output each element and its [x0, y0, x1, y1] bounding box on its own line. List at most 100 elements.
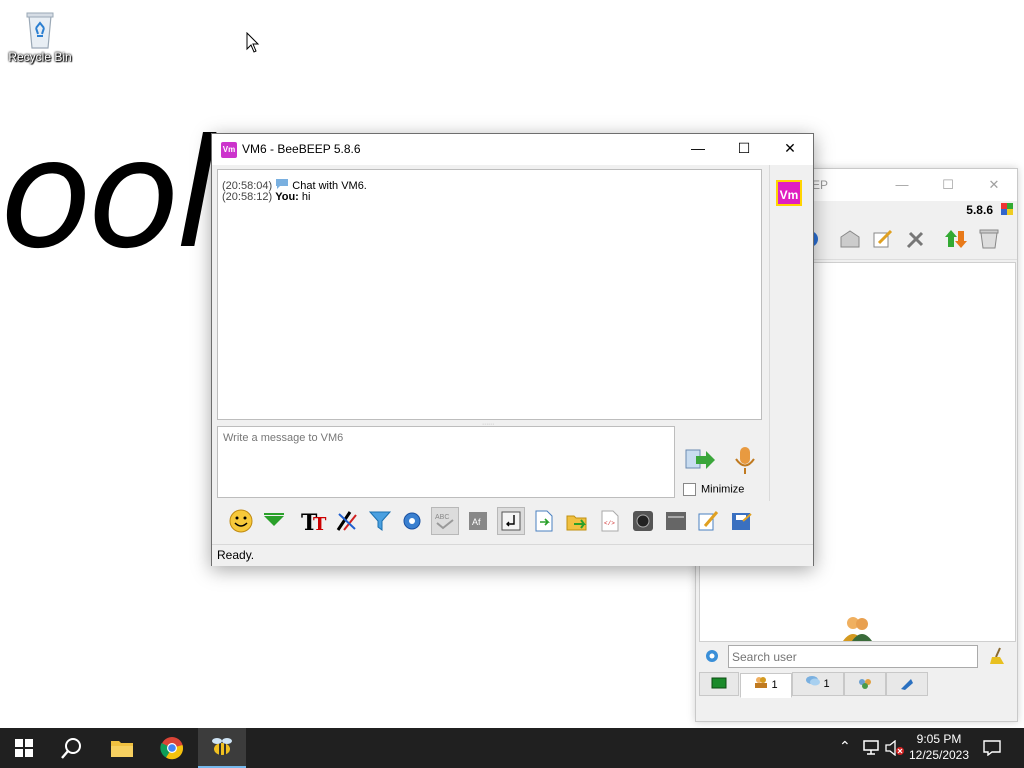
tools-icon[interactable] [904, 227, 928, 251]
window-snapshot-button[interactable] [662, 507, 690, 535]
tab-network[interactable] [699, 672, 739, 696]
message-input[interactable]: Write a message to VM6 [217, 426, 675, 498]
start-button[interactable] [0, 728, 48, 768]
color-pens-icon [336, 511, 357, 531]
notes-edit-icon [698, 511, 719, 531]
svg-text:T: T [313, 514, 327, 533]
html-code-button[interactable]: </> [596, 507, 624, 535]
windows-logo-icon [15, 739, 33, 757]
chat-toolbar: TT ABC Af </> [217, 504, 805, 540]
chat-message: (20:58:12) You: hi [222, 191, 757, 204]
font-color-button[interactable] [333, 507, 361, 535]
search-button[interactable] [48, 728, 96, 768]
send-message-icon[interactable] [684, 446, 716, 474]
tab-groups[interactable] [844, 672, 886, 696]
mouse-cursor-icon [246, 31, 260, 57]
main-maximize-button[interactable]: ☐ [925, 169, 971, 201]
chat-close-button[interactable]: ✕ [767, 134, 813, 165]
emoticon-button[interactable] [227, 507, 255, 535]
settings-button[interactable] [398, 507, 426, 535]
network-icon[interactable] [862, 740, 880, 756]
status-text: Ready. [217, 548, 255, 562]
status-bar: Ready. [212, 544, 813, 566]
bee-icon [212, 738, 232, 755]
main-minimize-button[interactable]: — [879, 169, 925, 201]
svg-text:ABC: ABC [435, 514, 449, 521]
message-text: hi [301, 191, 311, 203]
notifications-icon[interactable] [983, 740, 1001, 756]
beebeep-app-icon: Vm [221, 142, 237, 158]
tab-share[interactable] [886, 672, 928, 696]
send-file-button[interactable] [530, 507, 558, 535]
desktop-background-text: ool [0, 108, 217, 282]
update-flag-icon [1001, 203, 1013, 215]
users-group-icon [843, 617, 872, 641]
edit-note-icon[interactable] [871, 227, 895, 251]
clock-date: 12/25/2023 [908, 748, 970, 762]
system-clock[interactable]: 9:05 PM 12/25/2023 [900, 731, 978, 763]
chat-minimize-button[interactable]: — [675, 134, 721, 165]
gear-icon [403, 512, 421, 530]
beebeep-taskbar-button[interactable] [198, 728, 246, 768]
filter-funnel-icon [369, 511, 391, 531]
word-completer-button[interactable]: Af [464, 507, 492, 535]
notes-button[interactable] [694, 507, 722, 535]
font-button[interactable]: TT [300, 507, 328, 535]
chrome-button[interactable] [148, 728, 196, 768]
file-send-icon [535, 510, 553, 532]
tab-users[interactable]: 1 [740, 673, 792, 698]
chat-bubbles-icon [806, 676, 821, 686]
chat-history[interactable]: (20:58:04) Chat with VM6. (20:58:12) You… [217, 169, 762, 420]
main-close-button[interactable]: ✕ [971, 169, 1017, 201]
font-icon: TT [301, 510, 327, 533]
window-capture-icon [666, 512, 686, 530]
chat-splitter-handle[interactable]: ⋯⋯ [482, 421, 502, 428]
chrome-icon [160, 737, 184, 760]
main-tabs: 1 1 [696, 672, 1017, 698]
enter-key-button[interactable] [497, 507, 525, 535]
camera-icon [633, 511, 653, 531]
file-explorer-button[interactable] [98, 728, 146, 768]
search-row [696, 643, 1017, 671]
spellcheck-icon: ABC [435, 514, 454, 530]
version-label: 5.8.6 [966, 203, 993, 217]
message-sender: You: [275, 191, 299, 203]
groups-icon [859, 679, 871, 689]
clear-search-broom-icon[interactable] [990, 647, 1006, 665]
svg-text:Af: Af [472, 517, 481, 527]
text-complete-icon: Af [469, 512, 487, 530]
save-down-button[interactable] [260, 507, 288, 535]
settings-gear-icon[interactable] [704, 648, 720, 664]
smiley-icon [229, 509, 253, 533]
users-icon [755, 677, 768, 688]
screenshot-button[interactable] [629, 507, 657, 535]
send-folder-button[interactable] [563, 507, 591, 535]
chat-maximize-button[interactable]: ☐ [721, 134, 767, 165]
save-disk-icon [732, 513, 752, 530]
folder-icon [111, 741, 133, 757]
spellcheck-button[interactable]: ABC [431, 507, 459, 535]
enter-key-icon [501, 511, 521, 531]
chat-bubble-icon [276, 179, 289, 189]
minimize-checkbox[interactable] [683, 483, 696, 496]
contact-avatar[interactable]: Vm [776, 180, 802, 206]
recycle-bin-label: Recycle Bin [8, 50, 72, 64]
recycle-bin-desktop-icon[interactable]: Recycle Bin [6, 8, 74, 78]
folder-send-icon [566, 515, 587, 531]
show-hidden-icons-chevron-icon[interactable]: ⌃ [839, 738, 851, 755]
search-user-input[interactable] [728, 645, 978, 668]
tab-chats[interactable]: 1 [792, 672, 844, 696]
chat-window-titlebar[interactable]: Vm VM6 - BeeBEEP 5.8.6 — ☐ ✕ [212, 134, 813, 165]
green-down-arrow-icon [264, 513, 284, 526]
voice-message-icon[interactable] [734, 446, 756, 476]
minimize-checkbox-row[interactable]: Minimize [683, 483, 744, 499]
arrows-icon[interactable] [944, 227, 968, 251]
network-icon [711, 677, 727, 689]
mail-icon[interactable] [838, 227, 862, 251]
minimize-label: Minimize [701, 483, 745, 496]
filter-button[interactable] [366, 507, 394, 535]
clock-time: 9:05 PM [916, 732, 962, 746]
search-icon [61, 738, 81, 759]
save-chat-button[interactable] [728, 507, 756, 535]
trash-icon[interactable] [977, 227, 1001, 251]
